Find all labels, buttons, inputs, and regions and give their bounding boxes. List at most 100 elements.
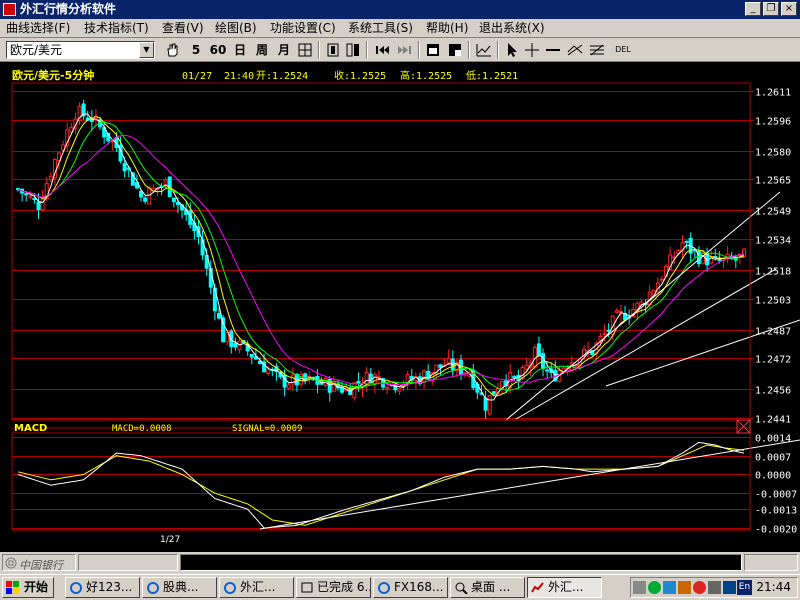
window-icon[interactable] (424, 41, 442, 59)
candle-body (147, 187, 152, 205)
moving-averages (17, 113, 745, 401)
menu-exit[interactable]: 退出系统(X) (479, 21, 545, 36)
taskbar-item-label: 外汇... (548, 580, 584, 594)
qq-icon[interactable] (648, 581, 661, 594)
candle-body (32, 198, 37, 201)
candle-body (24, 193, 29, 196)
candle-body (659, 278, 664, 281)
candle-body (512, 375, 517, 378)
toolbar-separator (318, 41, 320, 59)
candle-body (491, 391, 496, 395)
grid-icon[interactable] (296, 41, 314, 59)
menu-help[interactable]: 帮助(H) (426, 21, 468, 36)
candle-body (684, 240, 689, 243)
first-icon[interactable] (373, 41, 391, 59)
windows-flag-icon (6, 581, 19, 594)
taskbar-item-active[interactable]: 外汇... (527, 577, 602, 598)
price-panel-frame (11, 82, 751, 421)
hand-icon[interactable] (163, 41, 181, 59)
language-indicator[interactable]: En (737, 580, 752, 595)
candle-body (48, 175, 53, 181)
price-tick-label: 1.2441 (755, 415, 791, 426)
app-tray-icon[interactable] (678, 581, 691, 594)
taskbar-item[interactable]: 好123... (65, 577, 140, 598)
last-icon[interactable] (396, 41, 414, 59)
delete-button[interactable]: DEL (612, 41, 634, 59)
date-label: 1/27 (160, 535, 180, 545)
taskbar-item-label: 已完成 6... (317, 580, 371, 594)
minimize-button[interactable]: _ (745, 2, 761, 16)
candle-body (266, 368, 271, 375)
price-tick-label: 1.2611 (755, 88, 791, 99)
period-month-button[interactable]: 月 (274, 41, 294, 59)
monitor-icon[interactable] (723, 581, 736, 594)
close-button[interactable]: × (781, 2, 797, 16)
ie-icon (70, 582, 82, 594)
magnifier-icon (455, 582, 468, 594)
network-icon[interactable] (633, 581, 646, 594)
window2-icon[interactable] (446, 41, 464, 59)
candle-icon[interactable] (324, 41, 342, 59)
period-60min-button[interactable]: 60 (207, 41, 229, 59)
candle-body (618, 310, 623, 313)
menu-tech-indicator[interactable]: 技术指标(T) (84, 21, 149, 36)
macd-title: MACD (14, 423, 47, 434)
hline-icon[interactable] (544, 41, 562, 59)
split-icon[interactable] (344, 41, 362, 59)
chart-svg: 1.26111.25961.25801.25651.25491.25341.25… (11, 68, 800, 545)
line-chart-icon[interactable] (475, 41, 493, 59)
speaker-icon[interactable] (708, 581, 721, 594)
chevron-down-icon[interactable]: ▼ (139, 42, 154, 58)
app-icon[interactable] (3, 3, 16, 16)
period-day-button[interactable]: 日 (230, 41, 250, 59)
header-close: 收:1.2525 (334, 69, 386, 82)
candle-body (483, 397, 488, 411)
candle-body (614, 310, 619, 313)
status-cell (78, 554, 178, 571)
taskbar-item[interactable]: 股典... (142, 577, 217, 598)
taskbar-item-label: 好123... (86, 580, 133, 594)
menu-system-tools[interactable]: 系统工具(S) (348, 21, 413, 36)
macd-trendline (259, 439, 800, 530)
candle-body (249, 354, 254, 358)
macd-close-box[interactable] (736, 419, 751, 434)
ie-icon (147, 582, 159, 594)
price-tick-label: 1.2534 (755, 236, 791, 247)
start-button[interactable]: 开始 (2, 577, 54, 598)
taskbar-item[interactable]: FX168... (373, 577, 448, 598)
menu-curve-select[interactable]: 曲线选择(F) (6, 21, 70, 36)
taskbar-item[interactable]: 桌面 ... (450, 577, 525, 598)
ie-icon (378, 582, 390, 594)
macd-tick-label: -0.0013 (755, 506, 797, 517)
taskbar-item[interactable]: 已完成 6... (296, 577, 371, 598)
macd-tick-label: -0.0007 (755, 490, 797, 501)
toolbar-separator (497, 41, 499, 59)
period-week-button[interactable]: 周 (252, 41, 272, 59)
crosshair-icon[interactable] (523, 41, 541, 59)
taskbar-item-label: FX168... (394, 580, 444, 594)
candles (16, 99, 746, 419)
menu-draw[interactable]: 绘图(B) (215, 21, 257, 36)
taskbar-item[interactable]: 外汇... (219, 577, 294, 598)
trendline-icon[interactable] (566, 41, 584, 59)
antivirus-icon[interactable] (663, 581, 676, 594)
boc-logo-icon (5, 557, 17, 569)
candle-body (368, 373, 373, 384)
shield-icon[interactable] (693, 581, 706, 594)
period-5min-button[interactable]: 5 (186, 41, 206, 59)
channel-icon[interactable] (588, 41, 606, 59)
chart-title: 欧元/美元-5分钟 (12, 68, 94, 82)
toolbar-separator (366, 41, 368, 59)
price-tick-label: 1.2596 (755, 117, 791, 128)
taskbar: 开始 好123... 股典... 外汇... 已完成 6... FX168...… (0, 574, 800, 600)
symbol-select[interactable]: 欧元/美元 ▼ (6, 41, 155, 59)
menu-view[interactable]: 查看(V) (162, 21, 204, 36)
restore-button[interactable]: ❐ (763, 2, 779, 16)
taskbar-item-label: 股典... (163, 580, 199, 594)
candle-body (536, 343, 541, 356)
price-tick-label: 1.2456 (755, 386, 791, 397)
candle-body (446, 357, 451, 364)
cursor-icon[interactable] (503, 41, 521, 59)
menu-settings[interactable]: 功能设置(C) (270, 21, 336, 36)
candle-body (393, 383, 398, 391)
